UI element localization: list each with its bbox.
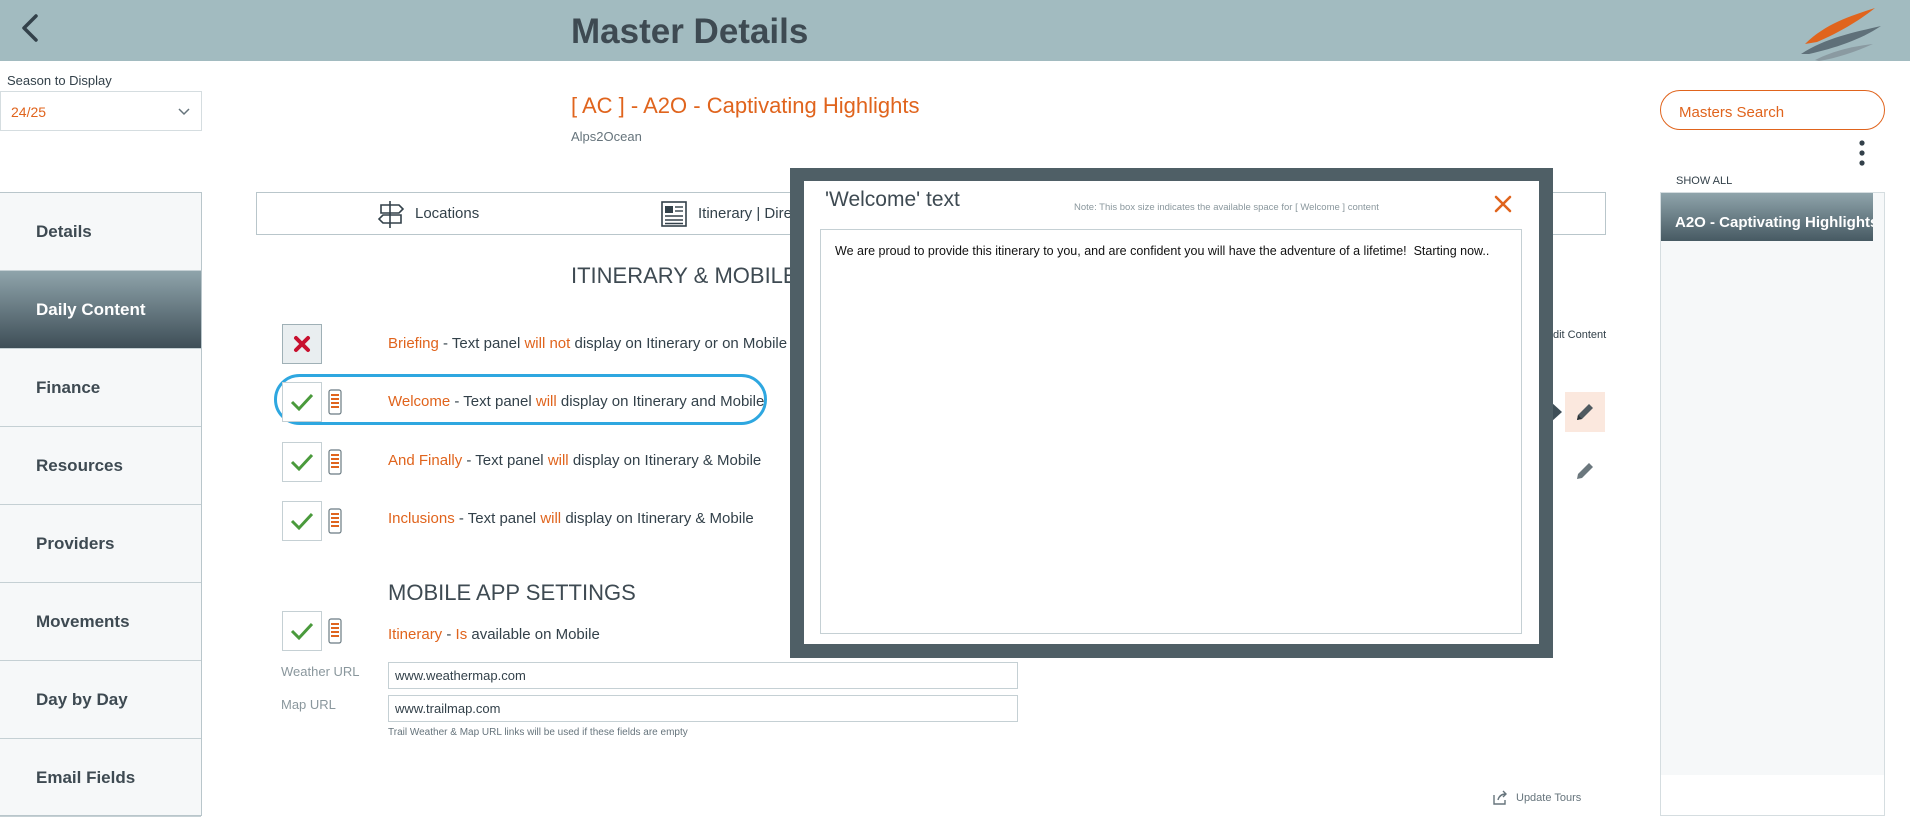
weather-url-label: Weather URL [281, 664, 360, 679]
tab-locations-label: Locations [415, 205, 480, 222]
inclusions-flag: will [540, 510, 562, 527]
back-icon[interactable] [10, 10, 50, 50]
brand-logo [1795, 4, 1885, 62]
sidebar-item-finance[interactable]: Finance [0, 349, 201, 427]
briefing-row-text: Briefing - Text panel will not display o… [388, 335, 787, 352]
welcome-toggle[interactable] [282, 382, 322, 422]
checkmark-icon [290, 622, 314, 641]
season-label: Season to Display [7, 73, 112, 88]
modal-title: 'Welcome' text [825, 188, 960, 211]
section-heading: ITINERARY & MOBILE [571, 263, 798, 288]
sidebar-item-day-by-day[interactable]: Day by Day [0, 661, 201, 739]
and-finally-row-text: And Finally - Text panel will display on… [388, 452, 761, 469]
season-value: 24/25 [11, 104, 47, 120]
sidebar-item-providers[interactable]: Providers [0, 505, 201, 583]
welcome-flag: will [535, 393, 557, 410]
checkmark-icon [290, 393, 314, 412]
sidebar: Details Daily Content Finance Resources … [0, 192, 202, 817]
season-select[interactable]: 24/25 [0, 91, 202, 131]
tour-title: [ AC ] - A2O - Captivating Highlights [571, 93, 920, 118]
update-tours-label: Update Tours [1516, 792, 1582, 804]
mobile-phone-icon [328, 508, 342, 534]
url-hint: Trail Weather & Map URL links will be us… [388, 727, 688, 738]
tour-subtitle: Alps2Ocean [571, 129, 642, 144]
mobile-phone-icon [328, 449, 342, 475]
modal-body: 'Welcome' text Note: This box size indic… [804, 181, 1539, 644]
tab-itinerary[interactable]: Itinerary | Direc [660, 193, 799, 234]
newspaper-icon [661, 200, 687, 227]
masters-list-item-active[interactable]: A2O - Captivating Highlights [1661, 193, 1873, 241]
welcome-rest: display on Itinerary and Mobile [556, 393, 765, 410]
welcome-row-text: Welcome - Text panel will display on Iti… [388, 393, 764, 410]
inclusions-name: Inclusions [388, 510, 455, 527]
signpost-icon [377, 200, 405, 228]
show-all-link[interactable]: SHOW ALL [1676, 175, 1732, 187]
chevron-down-icon [178, 108, 190, 116]
masters-list-footer [1661, 775, 1884, 815]
sidebar-item-details[interactable]: Details [0, 193, 201, 271]
sidebar-item-movements[interactable]: Movements [0, 583, 201, 661]
map-url-input[interactable] [388, 695, 1018, 722]
mobile-itinerary-row-text: Itinerary - Is available on Mobile [388, 626, 600, 643]
close-icon[interactable] [1492, 193, 1514, 215]
welcome-mid: - Text panel [450, 393, 536, 410]
sidebar-item-daily-content[interactable]: Daily Content [0, 271, 201, 349]
mobile-itinerary-mid: - [442, 626, 456, 643]
page-title: Master Details [571, 12, 809, 51]
mobile-itinerary-name: Itinerary [388, 626, 443, 643]
tab-itinerary-label: Itinerary | Direc [698, 205, 800, 222]
welcome-text-modal: 'Welcome' text Note: This box size indic… [790, 168, 1553, 658]
briefing-toggle[interactable] [282, 324, 322, 364]
cross-icon [294, 336, 310, 352]
weather-url-input[interactable] [388, 662, 1018, 689]
inclusions-mid: - Text panel [454, 510, 541, 527]
mobile-settings-heading: MOBILE APP SETTINGS [388, 580, 636, 605]
and-finally-mid: - Text panel [462, 452, 548, 469]
and-finally-rest: display on Itinerary & Mobile [568, 452, 762, 469]
modal-note: Note: This box size indicates the availa… [1074, 202, 1379, 213]
briefing-mid: - Text panel [438, 335, 525, 352]
map-url-label: Map URL [281, 697, 336, 712]
mobile-itinerary-toggle[interactable] [282, 611, 322, 651]
sidebar-item-resources[interactable]: Resources [0, 427, 201, 505]
more-options-icon[interactable] [1858, 140, 1866, 166]
mobile-phone-icon [328, 618, 342, 644]
edit-content-label: dit Content [1553, 329, 1607, 341]
inclusions-rest: display on Itinerary & Mobile [561, 510, 754, 527]
and-finally-flag: will [547, 452, 569, 469]
welcome-name: Welcome [388, 393, 451, 410]
edit-welcome-pencil-icon[interactable] [1565, 392, 1605, 432]
masters-search-button[interactable]: Masters Search [1660, 90, 1885, 130]
briefing-rest: display on Itinerary or on Mobile [570, 335, 788, 352]
mobile-phone-icon [328, 389, 342, 415]
checkmark-icon [290, 453, 314, 472]
edit-and-finally-pencil-icon[interactable] [1565, 451, 1605, 491]
briefing-name: Briefing [388, 335, 439, 352]
sidebar-item-email-fields[interactable]: Email Fields [0, 739, 201, 817]
welcome-text-area[interactable]: We are proud to provide this itinerary t… [820, 229, 1522, 634]
and-finally-name: And Finally [388, 452, 463, 469]
inclusions-toggle[interactable] [282, 501, 322, 541]
masters-list: A2O - Captivating Highlights [1660, 192, 1885, 816]
tab-locations[interactable]: Locations [377, 193, 479, 234]
and-finally-toggle[interactable] [282, 442, 322, 482]
share-icon [1493, 790, 1507, 805]
checkmark-icon [290, 512, 314, 531]
mobile-itinerary-rest: available on Mobile [467, 626, 600, 643]
mobile-itinerary-flag: Is [455, 626, 468, 643]
app-header: Master Details [0, 0, 1910, 61]
update-tours-button[interactable]: Update Tours [1492, 790, 1581, 806]
briefing-flag: will not [524, 335, 571, 352]
inclusions-row-text: Inclusions - Text panel will display on … [388, 510, 754, 527]
